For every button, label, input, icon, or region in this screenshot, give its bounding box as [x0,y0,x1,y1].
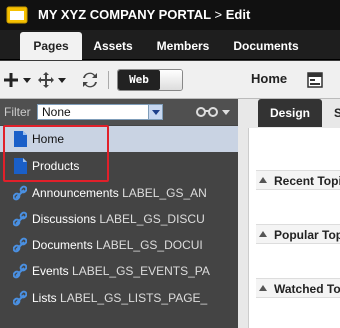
web-view-toggle[interactable]: Web [117,69,183,91]
link-icon [13,185,27,201]
link-icon [13,211,27,227]
filter-select[interactable]: None [37,104,163,120]
title-bar: MY XYZ COMPANY PORTAL > Edit [0,0,340,30]
tree-item-documents[interactable]: Documents LABEL_GS_DOCUI [0,232,238,258]
page-title: MY XYZ COMPANY PORTAL > Edit [38,7,250,22]
link-icon [13,290,27,306]
widget-title: Popular Top [274,228,340,242]
tab-design[interactable]: Design [258,99,322,127]
tree-item-label: Events LABEL_GS_EVENTS_PA [32,264,210,278]
app-name: MY XYZ COMPANY PORTAL [38,7,211,22]
refresh-icon[interactable] [82,72,98,88]
widget-title: Recent Topi [274,174,340,188]
link-icon [13,237,27,253]
filter-value: None [42,105,71,119]
tree-item-label: Documents LABEL_GS_DOCUI [32,238,203,252]
widget-popular-topics[interactable]: Popular Top [256,224,340,244]
move-dropdown-icon[interactable] [58,78,66,83]
title-separator: > [214,7,223,22]
title-mode: Edit [225,7,251,22]
tree-item-announcements[interactable]: Announcements LABEL_GS_AN [0,180,238,206]
highlight-box [3,125,109,182]
breadcrumb: Home [251,71,288,86]
tab-documents[interactable]: Documents [228,32,304,60]
toggle-knob [160,70,182,90]
filter-row: Filter None [0,99,238,125]
tree-item-discussions[interactable]: Discussions LABEL_GS_DISCU [0,206,238,232]
filter-label: Filter [4,105,31,119]
chevron-down-icon[interactable] [148,105,162,119]
view-dropdown-icon[interactable] [222,110,230,115]
widget-recent-topics[interactable]: Recent Topi [256,170,340,190]
tab-assets[interactable]: Assets [86,32,140,60]
move-arrows-icon[interactable] [38,72,54,88]
folder-icon [6,6,28,24]
tree-item-label: Discussions LABEL_GS_DISCU [32,212,205,226]
collapse-icon[interactable] [259,231,267,237]
plus-icon[interactable] [4,73,18,87]
tree-item-label: Announcements LABEL_GS_AN [32,186,207,200]
toolbar-divider [108,71,109,89]
widget-title: Watched To [274,282,340,296]
tab-pages[interactable]: Pages [20,32,82,60]
portal-editor: MY XYZ COMPANY PORTAL > Edit Pages Asset… [0,0,340,328]
collapse-icon[interactable] [259,285,267,291]
link-icon [13,263,27,279]
glasses-icon[interactable] [196,104,218,118]
add-dropdown-icon[interactable] [23,78,31,83]
tab-source[interactable]: S [334,99,340,127]
main-tabs: Pages Assets Members Documents [0,30,340,60]
widget-watched-topics[interactable]: Watched To [256,278,340,298]
tab-members[interactable]: Members [150,32,216,60]
tree-item-lists[interactable]: Lists LABEL_GS_LISTS_PAGE_ [0,285,238,311]
tree-item-events[interactable]: Events LABEL_GS_EVENTS_PA [0,258,238,284]
web-toggle-label: Web [118,70,160,90]
page-layout-icon[interactable] [307,72,323,88]
tree-item-label: Lists LABEL_GS_LISTS_PAGE_ [32,291,208,305]
collapse-icon[interactable] [259,177,267,183]
toolbar: Web Home [0,61,340,99]
